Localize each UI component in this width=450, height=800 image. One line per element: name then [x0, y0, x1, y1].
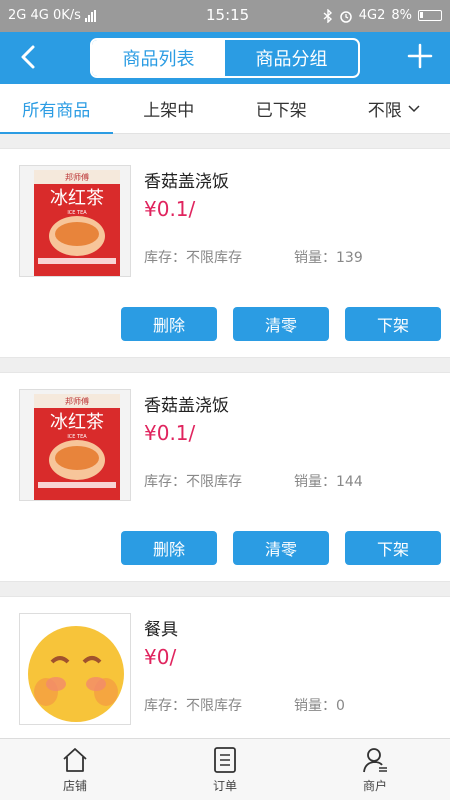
filter-unlimited-label: 不限 — [367, 101, 402, 121]
tab-orders-label: 订单 — [212, 779, 237, 793]
ice-red-tea-image: 邦师傅 冰红茶 ICE TEA — [19, 165, 131, 277]
product-name: 香菇盖浇饭 — [144, 172, 229, 192]
shop-icon — [63, 748, 87, 772]
filter-all[interactable]: 所有商品 — [0, 84, 113, 134]
filter-tabs: 所有商品 上架中 已下架 不限 — [0, 84, 450, 134]
clear-button[interactable]: 清零 — [233, 531, 329, 565]
alarm-icon — [340, 10, 352, 23]
svg-text:ICE TEA: ICE TEA — [67, 434, 87, 440]
product-name: 香菇盖浇饭 — [144, 396, 229, 416]
product-stock: 库存：不限库存 — [144, 250, 242, 266]
filter-off-shelf[interactable]: 已下架 — [225, 84, 338, 133]
ice-red-tea-image: 邦师傅 冰红茶 ICE TEA — [19, 389, 131, 501]
product-card: 邦师傅 冰红茶 ICE TEA 香菇盖浇饭 ¥0.1/ 库存：不限库存 销量：1… — [0, 372, 450, 582]
bottom-tab-bar: 店铺 订单 商户 — [0, 738, 450, 800]
tab-merchant[interactable]: 商户 — [300, 739, 450, 800]
clock: 15:15 — [206, 6, 250, 24]
unlist-button[interactable]: 下架 — [345, 531, 441, 565]
delete-button[interactable]: 删除 — [121, 531, 217, 565]
merchant-icon — [363, 748, 387, 773]
product-sales: 销量：0 — [294, 698, 345, 714]
back-button[interactable] — [14, 42, 44, 72]
tab-product-list[interactable]: 商品列表 — [92, 40, 225, 76]
svg-text:邦师傅: 邦师傅 — [65, 172, 89, 182]
product-price: ¥0/ — [144, 645, 177, 669]
product-stock: 库存：不限库存 — [144, 698, 242, 714]
nav-bar: 商品列表 商品分组 — [0, 32, 450, 84]
filter-all-label: 所有商品 — [22, 101, 91, 121]
plus-icon — [407, 43, 433, 69]
add-button[interactable] — [404, 40, 436, 72]
product-card: 邦师傅 冰红茶 ICE TEA 香菇盖浇饭 ¥0.1/ 库存：不限库存 销量：1… — [0, 148, 450, 358]
product-sales: 销量：144 — [294, 474, 363, 490]
svg-text:ICE TEA: ICE TEA — [67, 210, 87, 216]
product-stock: 库存：不限库存 — [144, 474, 242, 490]
filter-unlimited-dropdown[interactable]: 不限 — [338, 84, 450, 133]
status-left: 2G 4G 0K/s — [8, 8, 96, 23]
back-arrow-icon — [21, 45, 35, 69]
status-bar: 2G 4G 0K/s 15:15 4G2 8% — [0, 0, 450, 32]
network-badge: 4G2 — [358, 8, 386, 23]
product-price: ¥0.1/ — [144, 197, 196, 221]
bluetooth-icon — [323, 8, 332, 23]
product-name: 餐具 — [144, 620, 178, 640]
battery-icon — [418, 10, 442, 21]
signal-text: 2G 4G 0K/s — [8, 8, 81, 23]
tab-orders[interactable]: 订单 — [150, 739, 300, 800]
signal-icon — [84, 9, 96, 22]
tab-merchant-label: 商户 — [362, 779, 387, 793]
tab-shop-label: 店铺 — [62, 779, 87, 793]
smiley-face-image — [19, 613, 131, 725]
tab-product-groups[interactable]: 商品分组 — [225, 40, 358, 76]
svg-text:冰红茶: 冰红茶 — [50, 412, 104, 433]
status-right: 4G2 8% — [323, 8, 442, 23]
order-icon — [214, 747, 236, 773]
battery-text: 8% — [391, 8, 412, 23]
clear-button[interactable]: 清零 — [233, 307, 329, 341]
filter-on-sale-label: 上架中 — [143, 101, 195, 121]
product-sales: 销量：139 — [294, 250, 363, 266]
svg-text:邦师傅: 邦师傅 — [65, 396, 89, 406]
delete-button[interactable]: 删除 — [121, 307, 217, 341]
unlist-button[interactable]: 下架 — [345, 307, 441, 341]
filter-off-shelf-label: 已下架 — [255, 101, 307, 121]
segment-control: 商品列表 商品分组 — [90, 38, 360, 78]
svg-text:冰红茶: 冰红茶 — [50, 188, 104, 209]
tab-shop[interactable]: 店铺 — [0, 739, 150, 800]
chevron-down-icon — [408, 104, 420, 112]
filter-on-sale[interactable]: 上架中 — [113, 84, 226, 133]
product-price: ¥0.1/ — [144, 421, 196, 445]
